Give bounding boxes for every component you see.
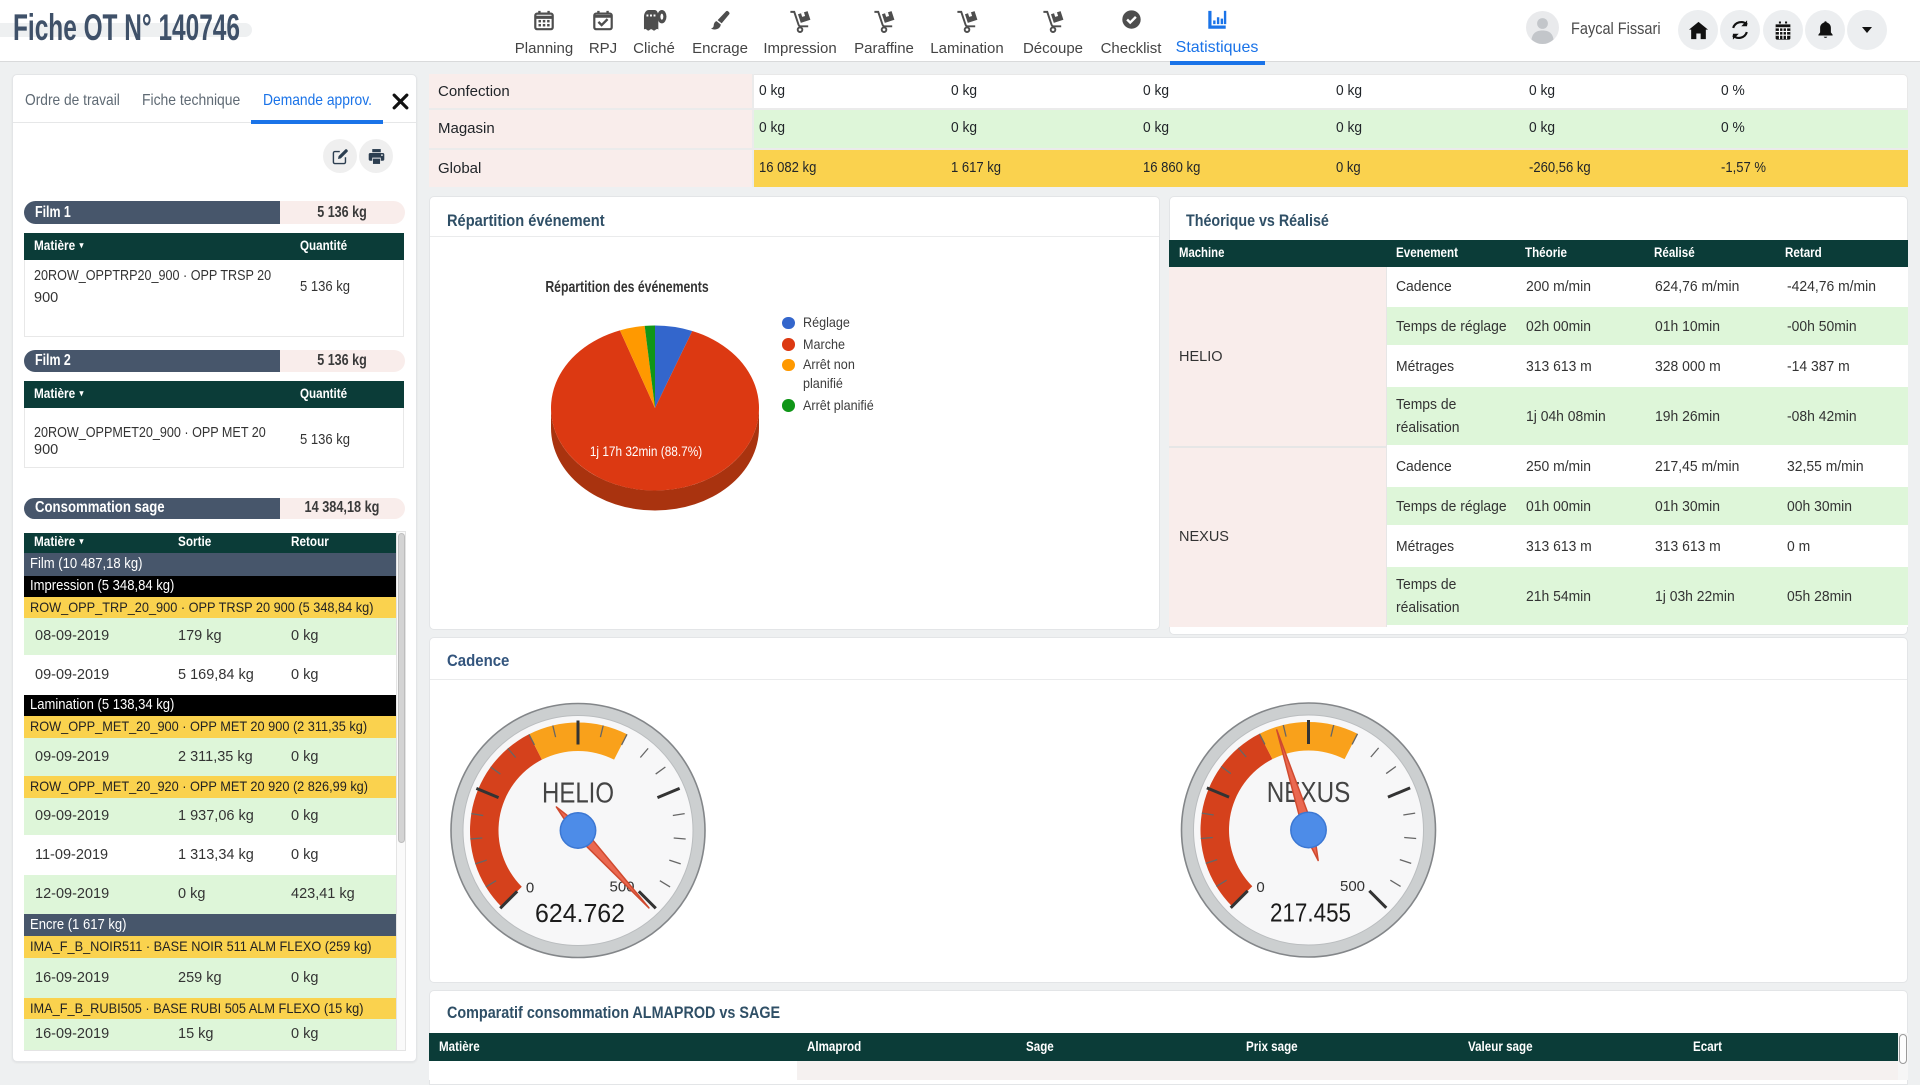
svg-text:624.762: 624.762 <box>535 898 625 928</box>
svg-text:HELIO: HELIO <box>542 778 614 810</box>
svg-text:NEXUS: NEXUS <box>1267 777 1351 809</box>
svg-text:500: 500 <box>1340 878 1365 895</box>
svg-text:217.455: 217.455 <box>1270 897 1351 927</box>
svg-text:0: 0 <box>1256 879 1264 896</box>
svg-text:0: 0 <box>526 879 534 896</box>
